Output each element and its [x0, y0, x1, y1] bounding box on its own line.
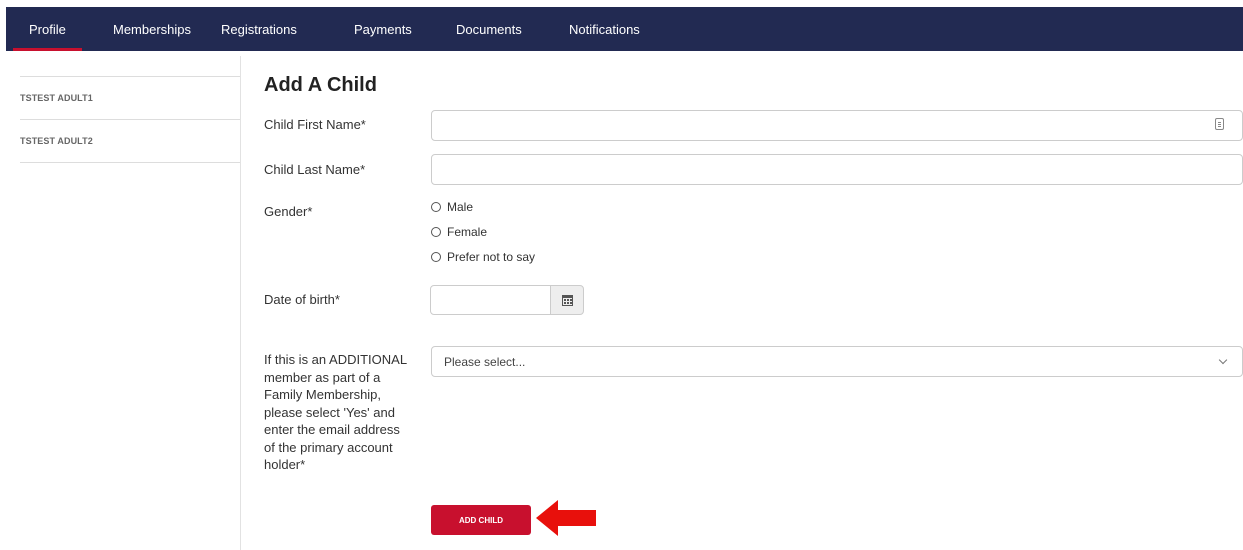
last-name-label: Child Last Name*	[264, 162, 366, 177]
last-name-input[interactable]	[431, 154, 1243, 185]
tab-label: Payments	[354, 21, 412, 37]
tab-label: Registrations	[221, 21, 297, 37]
gender-option-female[interactable]: Female	[431, 225, 487, 239]
sidebar-item-adult2[interactable]: TSTEST ADULT2	[20, 120, 240, 163]
tab-label: Documents	[456, 21, 522, 37]
sidebar-item-label: TSTEST ADULT1	[20, 93, 93, 103]
autofill-icon[interactable]	[1215, 118, 1224, 130]
gender-option-male[interactable]: Male	[431, 200, 473, 214]
chevron-down-icon	[1218, 355, 1228, 365]
sidebar-item-label: TSTEST ADULT2	[20, 136, 93, 146]
radio-label: Male	[447, 200, 474, 214]
radio-label: Female	[447, 225, 488, 239]
dob-input[interactable]	[430, 285, 551, 315]
calendar-button[interactable]	[550, 285, 584, 315]
additional-member-label: If this is an ADDITIONAL member as part …	[264, 352, 407, 472]
calendar-icon	[561, 294, 573, 306]
tab-memberships[interactable]: Memberships	[113, 7, 191, 51]
radio-button[interactable]	[431, 202, 441, 212]
gender-label: Gender*	[264, 204, 313, 219]
select-value: Please select...	[444, 354, 526, 369]
add-child-button[interactable]: ADD CHILD	[431, 505, 531, 535]
tab-registrations[interactable]: Registrations	[221, 7, 297, 51]
tab-label: Memberships	[113, 21, 192, 37]
tab-profile[interactable]: Profile	[13, 7, 82, 51]
gender-option-prefer-not[interactable]: Prefer not to say	[431, 250, 535, 264]
page-title: Add A Child	[264, 74, 377, 96]
vertical-divider	[240, 56, 241, 550]
tab-notifications[interactable]: Notifications	[569, 7, 640, 51]
radio-label: Prefer not to say	[447, 250, 536, 264]
tab-documents[interactable]: Documents	[456, 7, 522, 51]
additional-member-select[interactable]: Please select...	[431, 346, 1243, 377]
first-name-label: Child First Name*	[264, 117, 366, 132]
top-nav: Profile Memberships Registrations Paymen…	[6, 7, 1243, 51]
tab-label: Notifications	[569, 21, 640, 37]
radio-button[interactable]	[431, 252, 441, 262]
first-name-input[interactable]	[431, 110, 1243, 141]
sidebar: TSTEST ADULT1 TSTEST ADULT2	[20, 76, 240, 163]
tab-label: Profile	[29, 21, 66, 37]
dob-label: Date of birth*	[264, 292, 340, 307]
sidebar-item-adult1[interactable]: TSTEST ADULT1	[20, 77, 240, 120]
radio-button[interactable]	[431, 227, 441, 237]
tab-payments[interactable]: Payments	[354, 7, 412, 51]
red-arrow-annotation	[536, 500, 596, 536]
button-label: ADD CHILD	[459, 515, 503, 525]
